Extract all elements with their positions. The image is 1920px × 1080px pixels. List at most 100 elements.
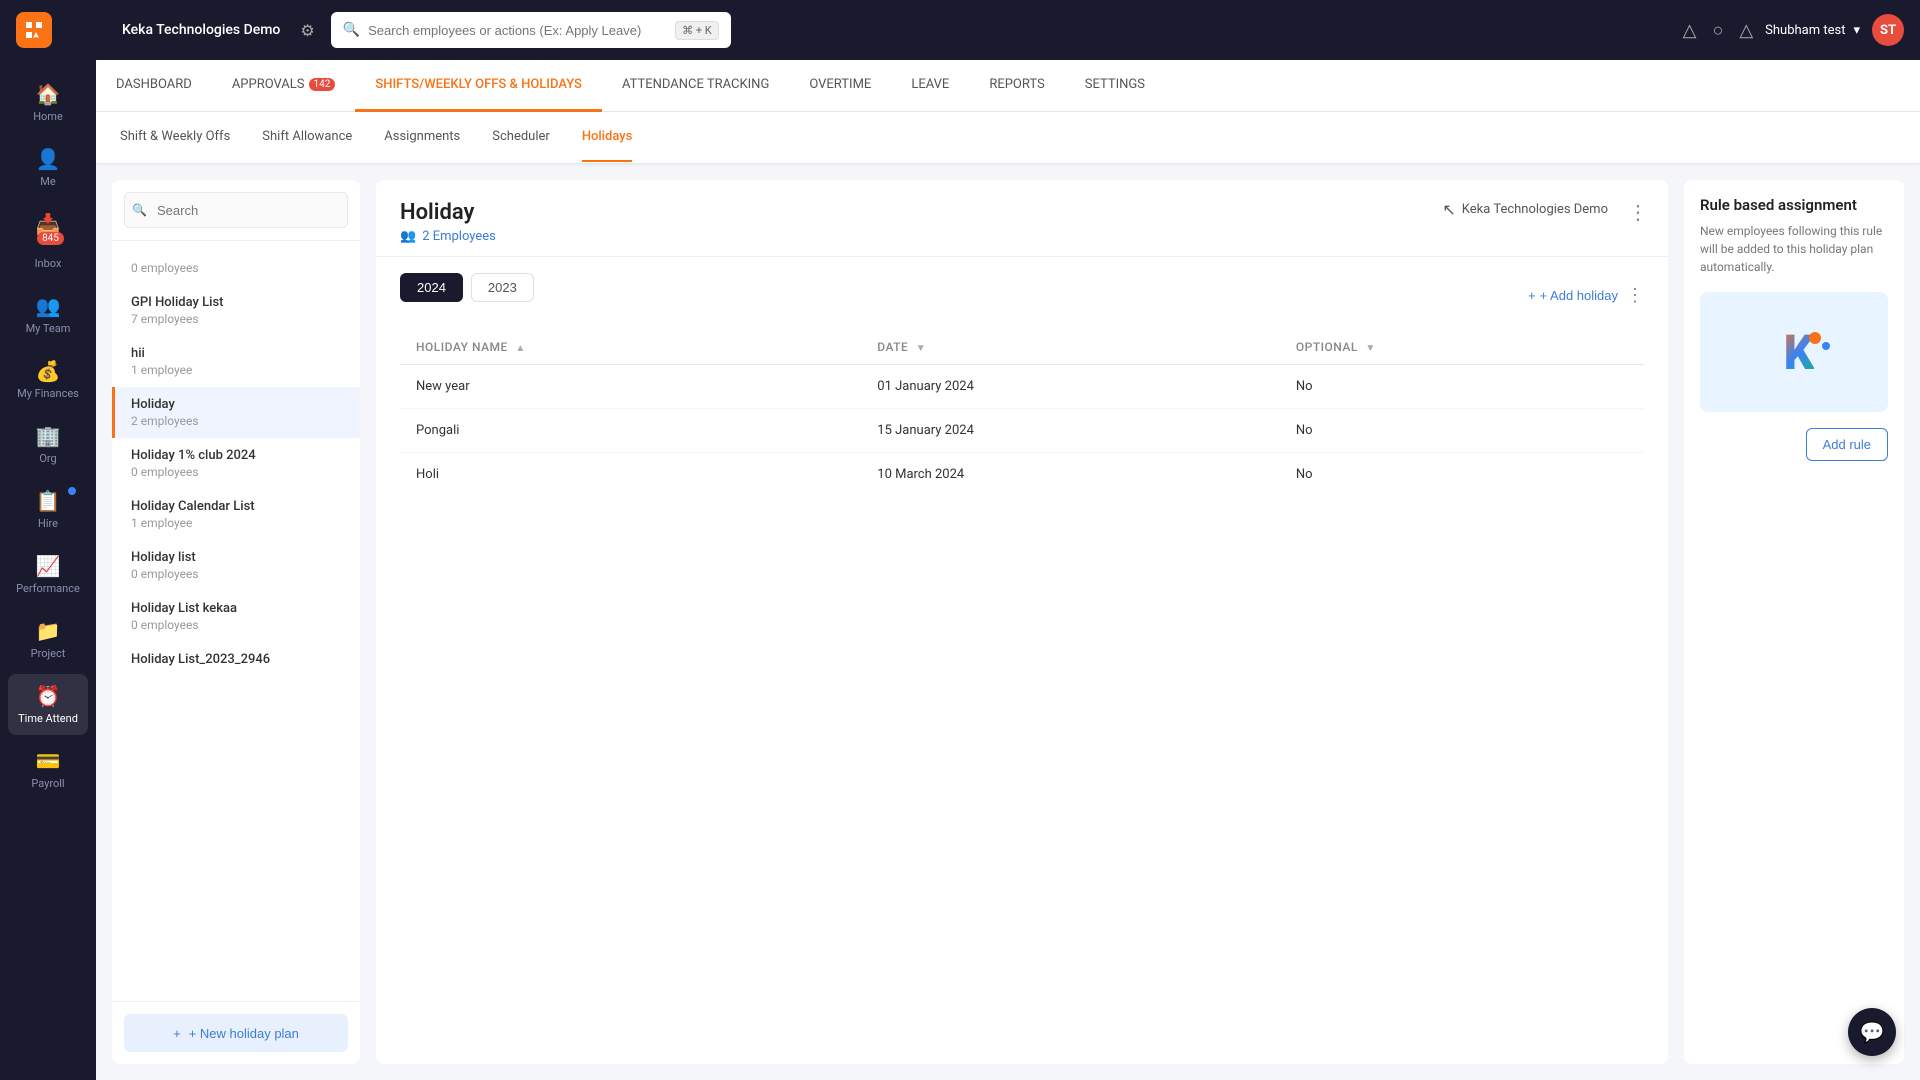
rule-title: Rule based assignment [1700, 196, 1888, 214]
list-item-holiday-2023[interactable]: Holiday List_2023_2946 [112, 642, 360, 677]
list-item-sub-holiday-kekaa: 0 employees [131, 618, 344, 632]
search-input[interactable] [368, 23, 667, 38]
list-item-holiday1pct[interactable]: Holiday 1% club 2024 0 employees [112, 438, 360, 489]
list-item-holiday-kekaa[interactable]: Holiday List kekaa 0 employees [112, 591, 360, 642]
nav-approvals[interactable]: APPROVALS 142 [212, 60, 356, 112]
top-nav: DASHBOARD APPROVALS 142 SHIFTS/WEEKLY OF… [96, 60, 1920, 112]
list-item-sub-hii: 1 employee [131, 363, 344, 377]
employees-icon: 👥 [400, 229, 416, 244]
sidebar-label-my-finances: My Finances [17, 387, 79, 400]
list-item-holiday-list[interactable]: Holiday list 0 employees [112, 540, 360, 591]
nav-dashboard[interactable]: DASHBOARD [96, 60, 212, 112]
sidebar-label-performance: Performance [16, 582, 80, 595]
sidebar-item-my-finances[interactable]: 💰 My Finances [8, 349, 88, 410]
col-optional: OPTIONAL ▼ [1280, 330, 1644, 365]
sidebar-item-time-attend[interactable]: ⏰ Time Attend [8, 674, 88, 735]
holiday-search-wrap [112, 180, 360, 241]
list-item-gpi[interactable]: GPI Holiday List 7 employees [112, 285, 360, 336]
nav-leave[interactable]: LEAVE [891, 60, 969, 112]
hire-dot [68, 487, 76, 495]
year-tabs-row: 2024 2023 + + Add holiday ⋮ [400, 273, 1644, 318]
sidebar-item-payroll[interactable]: 💳 Payroll [8, 739, 88, 800]
sidebar-label-org: Org [39, 452, 56, 465]
add-rule-button[interactable]: Add rule [1806, 428, 1888, 461]
me-icon: 👤 [36, 147, 61, 171]
year-tab-2024[interactable]: 2024 [400, 273, 463, 302]
tab-assignments[interactable]: Assignments [384, 113, 460, 162]
employees-link[interactable]: 👥 2 Employees [400, 229, 1644, 244]
org-name: Keka Technologies Demo [1462, 202, 1608, 217]
year-tabs: 2024 2023 [400, 273, 534, 302]
list-item[interactable]: 0 employees [112, 249, 360, 285]
sidebar-item-inbox[interactable]: 📥 845 Inbox [8, 202, 88, 280]
cell-date-2: 10 March 2024 [861, 453, 1280, 497]
list-item-holiday[interactable]: Holiday 2 employees [112, 387, 360, 438]
search-shortcut: ⌘ + K [675, 21, 719, 40]
rule-panel: Rule based assignment New employees foll… [1684, 180, 1904, 1064]
holiday-detail-panel: Holiday 👥 2 Employees ↖ Keka Technologie… [376, 180, 1668, 1064]
more-options-button[interactable]: ⋮ [1628, 200, 1648, 224]
nav-attendance[interactable]: ATTENDANCE TRACKING [602, 60, 789, 112]
sub-nav: Shift & Weekly Offs Shift Allowance Assi… [96, 112, 1920, 164]
sidebar-item-performance[interactable]: 📈 Performance [8, 544, 88, 605]
list-item-name-holiday: Holiday [131, 397, 344, 412]
cell-date-1: 15 January 2024 [861, 409, 1280, 453]
logo-icon [16, 12, 52, 48]
table-more-options[interactable]: ⋮ [1626, 285, 1644, 306]
gear-icon[interactable]: ⚙ [300, 21, 314, 40]
performance-icon: 📈 [36, 554, 61, 578]
list-item-sub-gpi: 7 employees [131, 312, 344, 326]
rule-description: New employees following this rule will b… [1700, 222, 1888, 276]
nav-shifts[interactable]: SHIFTS/WEEKLY OFFS & HOLIDAYS [355, 60, 602, 112]
user-name: Shubham test [1765, 23, 1845, 38]
holiday-search-input[interactable] [124, 192, 348, 228]
tab-holidays[interactable]: Holidays [582, 113, 633, 162]
table-row: Holi 10 March 2024 No [400, 453, 1644, 497]
sidebar-item-hire[interactable]: 📋 Hire [8, 479, 88, 540]
tab-scheduler[interactable]: Scheduler [492, 113, 550, 162]
nav-reports[interactable]: REPORTS [969, 60, 1064, 112]
list-item-name-gpi: GPI Holiday List [131, 295, 344, 310]
payroll-icon: 💳 [36, 749, 61, 773]
sidebar-item-me[interactable]: 👤 Me [8, 137, 88, 198]
list-item-hii[interactable]: hii 1 employee [112, 336, 360, 387]
year-tab-2023[interactable]: 2023 [471, 273, 534, 302]
avatar[interactable]: ST [1872, 14, 1904, 46]
sidebar-item-home[interactable]: 🏠 Home [8, 72, 88, 133]
list-item-holiday-cal[interactable]: Holiday Calendar List 1 employee [112, 489, 360, 540]
new-holiday-plan-button[interactable]: + + New holiday plan [124, 1014, 348, 1052]
main-layout: 🏠 Home 👤 Me 📥 845 Inbox 👥 My Team 💰 My F… [0, 60, 1920, 1080]
time-attend-icon: ⏰ [36, 684, 61, 708]
user-info[interactable]: Shubham test ▾ [1765, 23, 1860, 38]
holidays-table: HOLIDAY NAME ▲ DATE ▼ OPTIONAL ▼ [400, 330, 1644, 496]
chat-icon: 💬 [1860, 1020, 1885, 1044]
cell-optional-1: No [1280, 409, 1644, 453]
chevron-down-icon: ▾ [1853, 23, 1860, 38]
nav-overtime[interactable]: OVERTIME [789, 60, 891, 112]
list-item-sub-holiday-cal: 1 employee [131, 516, 344, 530]
nav-settings[interactable]: SETTINGS [1065, 60, 1165, 112]
sidebar-item-org[interactable]: 🏢 Org [8, 414, 88, 475]
sort-icon-name[interactable]: ▲ [515, 343, 525, 354]
holiday-list-footer: + + New holiday plan [112, 1001, 360, 1064]
table-row: New year 01 January 2024 No [400, 365, 1644, 409]
org-name-label: Keka Technologies Demo [122, 22, 280, 38]
sidebar-label-project: Project [31, 647, 66, 660]
tab-shift-weekly[interactable]: Shift & Weekly Offs [120, 113, 230, 162]
sidebar-item-my-team[interactable]: 👥 My Team [8, 284, 88, 345]
add-holiday-button[interactable]: + + Add holiday [1528, 288, 1618, 303]
list-item-name-holiday-kekaa: Holiday List kekaa [131, 601, 344, 616]
sort-icon-optional[interactable]: ▼ [1365, 343, 1375, 354]
sort-icon-date[interactable]: ▼ [916, 343, 926, 354]
triangle-icon-1: △ [1683, 20, 1697, 41]
sidebar-label-me: Me [40, 175, 55, 188]
col-holiday-name: HOLIDAY NAME ▲ [400, 330, 861, 365]
list-item-name-holiday1pct: Holiday 1% club 2024 [131, 448, 344, 463]
chat-button[interactable]: 💬 [1848, 1008, 1896, 1056]
sidebar-item-project[interactable]: 📁 Project [8, 609, 88, 670]
search-bar[interactable]: 🔍 ⌘ + K [331, 12, 731, 48]
sidebar-label-payroll: Payroll [31, 777, 64, 790]
tab-shift-allowance[interactable]: Shift Allowance [262, 113, 352, 162]
plus-icon: + [173, 1026, 181, 1041]
my-team-icon: 👥 [36, 294, 61, 318]
